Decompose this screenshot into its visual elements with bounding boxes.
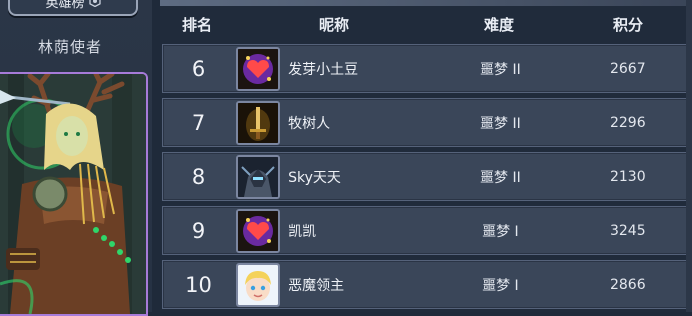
- table-row[interactable]: 8 Sky天天 噩梦 II 2130: [162, 152, 692, 201]
- header-difficulty: 难度: [483, 15, 514, 34]
- row-score: 3245: [609, 222, 646, 239]
- heart-gem-icon[interactable]: [236, 208, 281, 253]
- leaderboard: 排名 昵称 难度 积分 6 发芽小土豆 噩梦 II 2667 7 牧树人 噩梦 …: [160, 0, 692, 312]
- row-rank: 6: [191, 56, 206, 81]
- row-rank: 9: [191, 218, 206, 243]
- row-player-name: 凯凯: [288, 223, 317, 240]
- sword-icon[interactable]: [236, 100, 281, 145]
- row-score: 2130: [609, 168, 646, 185]
- blonde-face-icon[interactable]: [236, 262, 281, 307]
- row-difficulty: 噩梦 II: [480, 115, 521, 132]
- hero-portrait[interactable]: [0, 72, 148, 316]
- row-player-name: 牧树人: [288, 115, 331, 132]
- row-player-name: 发芽小土豆: [288, 61, 359, 78]
- hero-name: 林荫使者: [37, 38, 102, 56]
- table-row[interactable]: 7 牧树人 噩梦 II 2296: [162, 98, 692, 147]
- right-edge-border: [686, 0, 692, 312]
- row-difficulty: 噩梦 I: [482, 223, 519, 240]
- hexagon-emblem-icon: [88, 0, 101, 7]
- row-rank: 8: [191, 164, 206, 189]
- heart-gem-icon[interactable]: [236, 46, 281, 91]
- table-row[interactable]: 9 凯凯 噩梦 I 3245: [162, 206, 692, 255]
- row-score: 2667: [609, 60, 646, 77]
- row-difficulty: 噩梦 I: [482, 277, 519, 294]
- hero-board-tab[interactable]: 英雄榜: [8, 0, 138, 16]
- row-player-name: Sky天天: [288, 169, 341, 186]
- row-difficulty: 噩梦 II: [480, 169, 521, 186]
- armored-knight-icon[interactable]: [236, 154, 281, 199]
- header-rank: 排名: [181, 15, 212, 34]
- row-rank: 7: [191, 110, 206, 135]
- table-header: 排名 昵称 难度 积分: [160, 8, 692, 40]
- board-top-border: [160, 0, 692, 6]
- table-row[interactable]: 10 恶魔领主 噩梦 I 2866: [162, 260, 692, 309]
- hero-board-tab-label: 英雄榜: [45, 0, 85, 11]
- row-score: 2296: [609, 114, 646, 131]
- row-player-name: 恶魔领主: [288, 277, 345, 294]
- row-difficulty: 噩梦 II: [480, 61, 521, 78]
- header-name: 昵称: [318, 15, 349, 34]
- header-score: 积分: [612, 15, 643, 34]
- forest-guardian-illustration: [0, 74, 146, 314]
- table-row[interactable]: 6 发芽小土豆 噩梦 II 2667: [162, 44, 692, 93]
- row-rank: 10: [185, 272, 212, 297]
- row-score: 2866: [609, 276, 646, 293]
- hero-panel: 英雄榜 林荫使者: [0, 0, 152, 316]
